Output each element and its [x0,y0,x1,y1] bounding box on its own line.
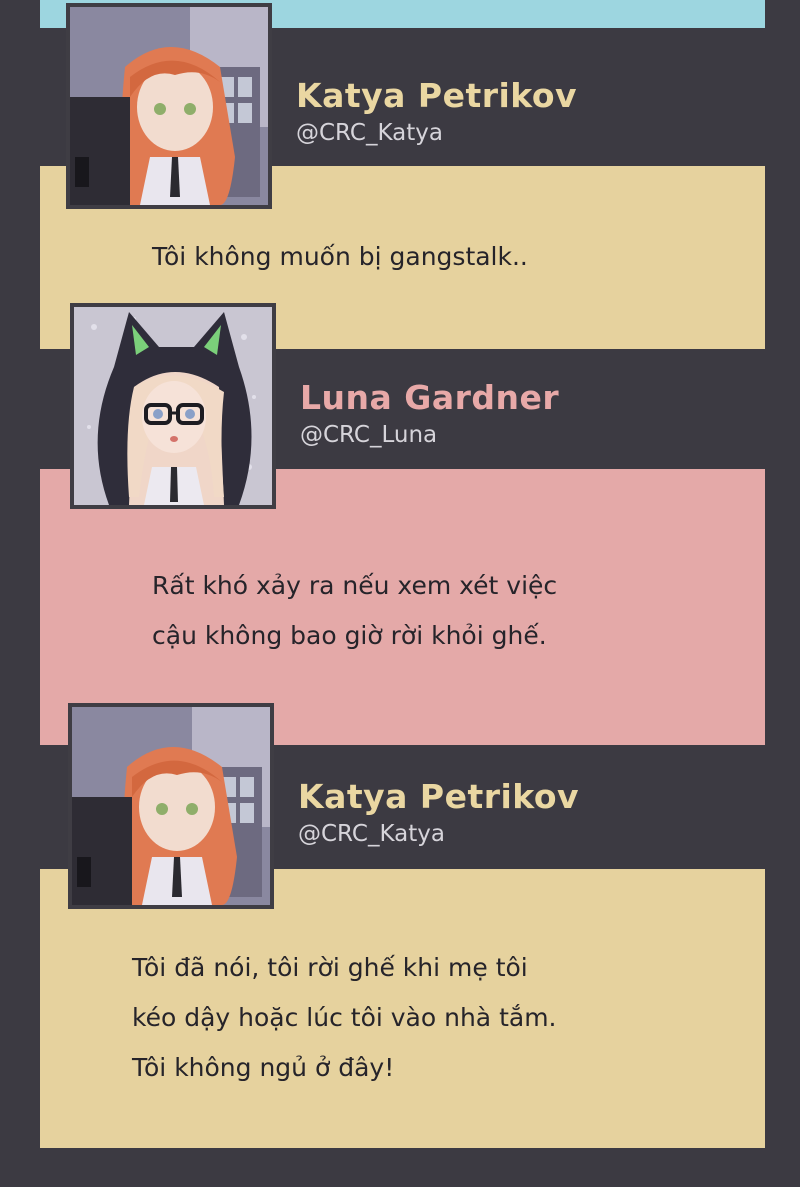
message-text: Tôi đã nói, tôi rời ghế khi mẹ tôi kéo d… [132,943,557,1093]
message-line: cậu không bao giờ rời khỏi ghế. [152,621,547,650]
author-name[interactable]: Luna Gardner [300,378,559,417]
message-line: Tôi không muốn bị gangstalk.. [152,242,528,271]
avatar[interactable] [68,703,274,909]
avatar[interactable] [70,303,276,509]
author-name[interactable]: Katya Petrikov [298,777,579,816]
message-text: Rất khó xảy ra nếu xem xét việc cậu khôn… [152,561,557,661]
message-line: Tôi đã nói, tôi rời ghế khi mẹ tôi [132,953,528,982]
message-line: Tôi không ngủ ở đây! [132,1053,395,1082]
message-text: Tôi không muốn bị gangstalk.. [152,232,528,282]
author-handle[interactable]: @CRC_Luna [300,422,437,448]
luna-avatar-image [74,307,272,505]
katya-avatar-image [72,707,270,905]
author-name[interactable]: Katya Petrikov [296,76,577,115]
message-line: kéo dậy hoặc lúc tôi vào nhà tắm. [132,1003,557,1032]
author-handle[interactable]: @CRC_Katya [296,120,443,146]
message-line: Rất khó xảy ra nếu xem xét việc [152,571,558,600]
avatar[interactable] [66,3,272,209]
author-handle[interactable]: @CRC_Katya [298,821,445,847]
katya-avatar-image [70,7,268,205]
